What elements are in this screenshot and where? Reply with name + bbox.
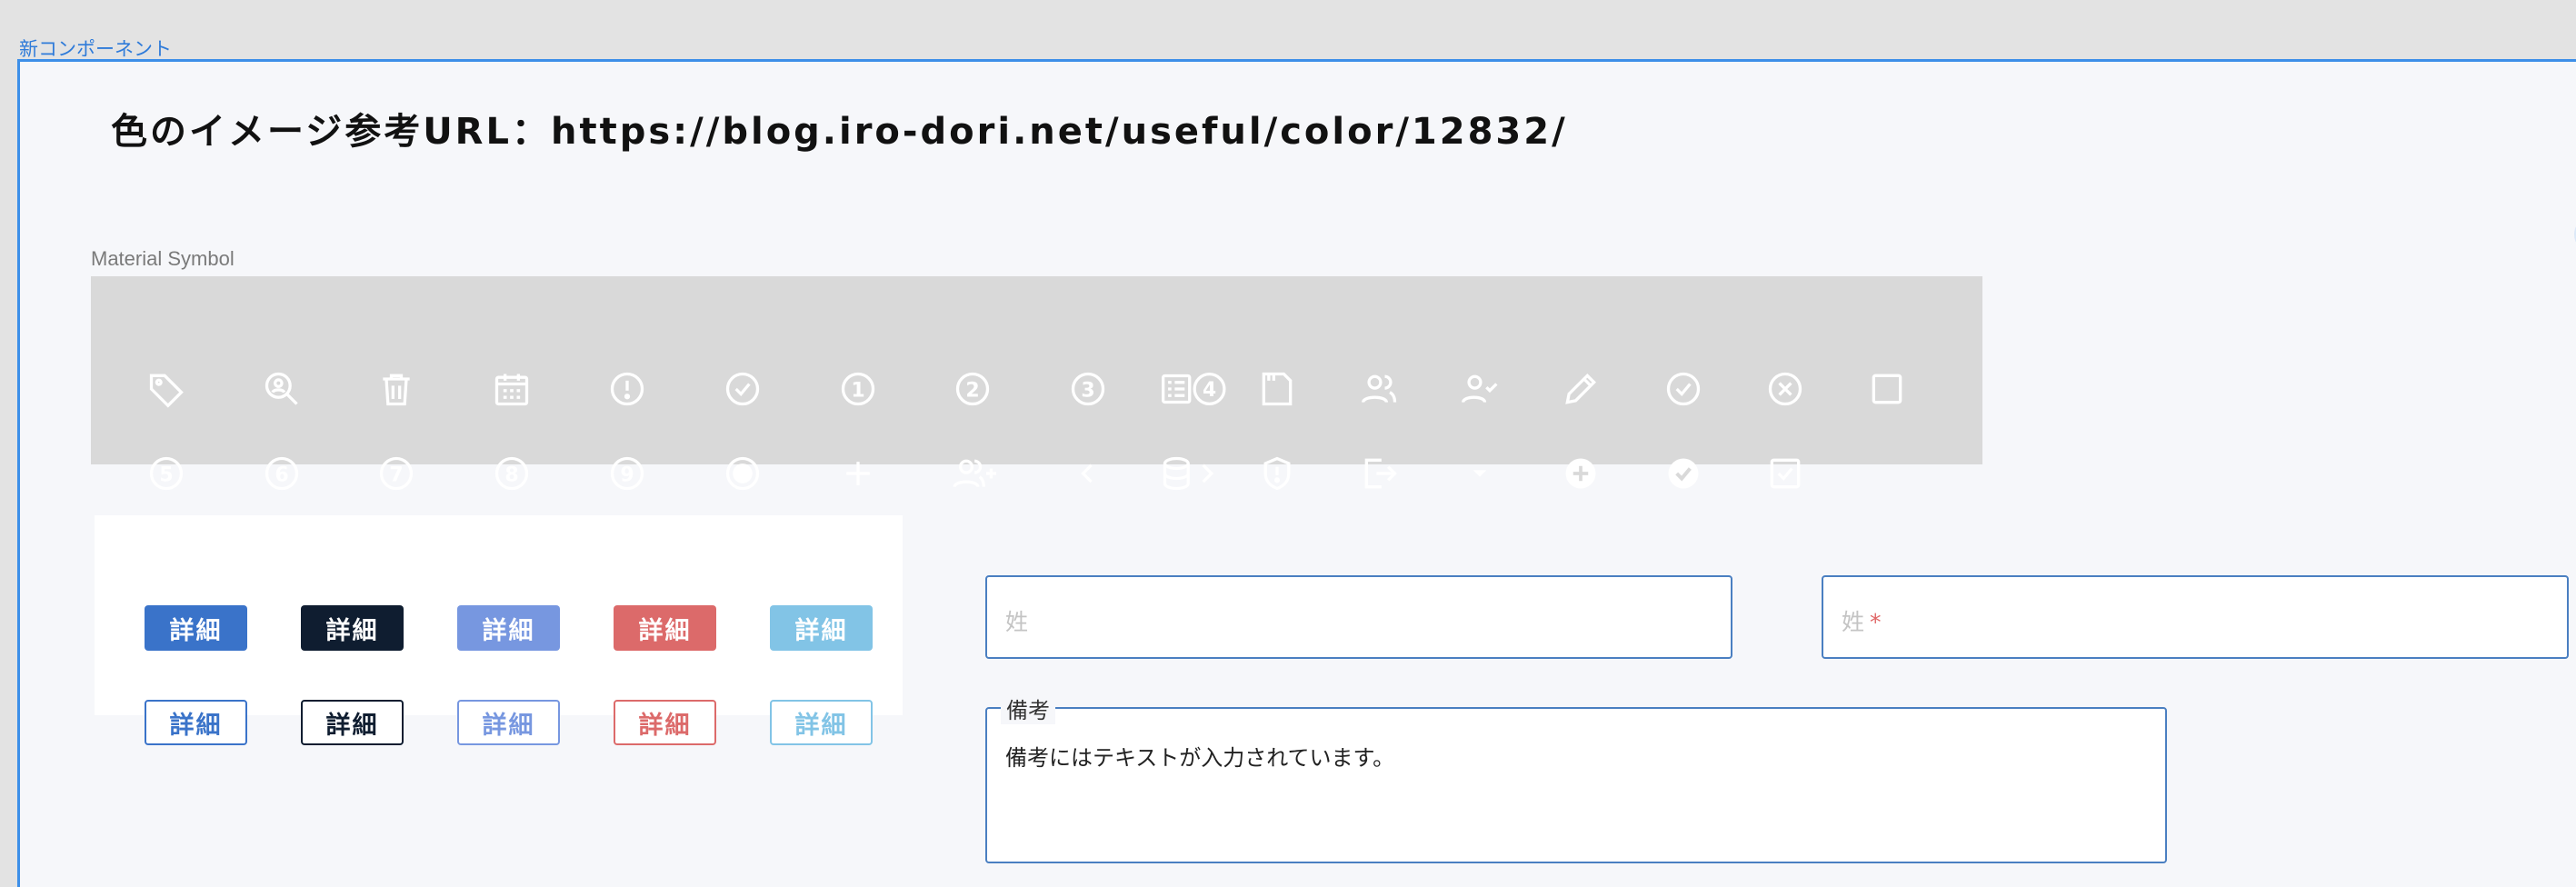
svg-text:5: 5 (159, 463, 173, 486)
last-name-required-input[interactable]: 姓 * (1822, 575, 2569, 659)
dropdown-caret-icon (1460, 453, 1500, 493)
plus-icon (838, 453, 878, 493)
number-6-icon: 6 (262, 453, 302, 493)
svg-text:2: 2 (965, 379, 979, 402)
remarks-label: 備考 (1001, 693, 1055, 724)
check-circle-filled-icon (1663, 453, 1703, 493)
icon-panel: 1 2 3 4 5 6 7 8 9 (91, 276, 1982, 491)
search-person-icon (262, 369, 302, 409)
checkbox-checked-icon (1765, 453, 1805, 493)
detail-button-sky[interactable]: 詳細 (770, 605, 873, 651)
detail-button-sky-outline[interactable]: 詳細 (770, 700, 873, 745)
detail-button-dark-outline[interactable]: 詳細 (301, 700, 404, 745)
required-mark: * (1870, 609, 1882, 635)
add-circle-filled-icon (1561, 453, 1601, 493)
remarks-textarea[interactable]: 備考にはテキストが入力されています。 (985, 707, 2167, 863)
alert-circle-icon (607, 369, 647, 409)
shield-icon (1257, 453, 1297, 493)
tag-icon (146, 369, 186, 409)
last-name-required-placeholder: 姓 * (1842, 604, 1882, 637)
detail-button-light-blue[interactable]: 詳細 (457, 605, 560, 651)
radio-filled-icon (723, 453, 763, 493)
number-1-icon: 1 (838, 369, 878, 409)
svg-text:3: 3 (1081, 379, 1094, 402)
last-name-input[interactable]: 姓 (985, 575, 1732, 659)
number-7-icon: 7 (376, 453, 416, 493)
number-3-icon: 3 (1068, 369, 1108, 409)
number-2-icon: 2 (953, 369, 993, 409)
detail-button-dark[interactable]: 詳細 (301, 605, 404, 651)
svg-text:6: 6 (275, 463, 288, 486)
number-8-icon: 8 (492, 453, 532, 493)
document-icon (1257, 369, 1297, 409)
page-title: 色のイメージ参考URL：https://blog.iro-dori.net/us… (111, 111, 1568, 153)
svg-text:8: 8 (504, 463, 518, 486)
check-circle-outline-icon (1663, 369, 1703, 409)
number-5-icon: 5 (146, 453, 186, 493)
list-number-4-icon: 4 (1160, 369, 1233, 409)
person-check-icon (1460, 369, 1500, 409)
detail-button-primary[interactable]: 詳細 (145, 605, 247, 651)
svg-text:4: 4 (1203, 379, 1216, 402)
close-circle-icon (1765, 369, 1805, 409)
detail-button-red[interactable]: 詳細 (614, 605, 716, 651)
chevron-left-icon (1068, 453, 1108, 493)
detail-button-red-outline[interactable]: 詳細 (614, 700, 716, 745)
calendar-icon (492, 369, 532, 409)
svg-text:1: 1 (851, 379, 864, 402)
icon-section-label: Material Symbol (91, 247, 235, 270)
database-arrow-icon (1160, 453, 1220, 493)
detail-button-light-blue-outline[interactable]: 詳細 (457, 700, 560, 745)
group-icon (1360, 369, 1400, 409)
detail-button-primary-outline[interactable]: 詳細 (145, 700, 247, 745)
svg-text:9: 9 (620, 463, 634, 486)
check-circle-icon (723, 369, 763, 409)
trash-icon (376, 369, 416, 409)
last-name-placeholder: 姓 (1005, 609, 1029, 635)
placeholder-text: 姓 (1842, 609, 1865, 635)
remarks-value: 備考にはテキストが入力されています。 (1005, 745, 1395, 771)
logout-icon (1360, 453, 1400, 493)
frame-label: 新コンポーネント (19, 38, 172, 60)
number-9-icon: 9 (607, 453, 647, 493)
button-showcase: 詳細 詳細 詳細 詳細 詳細 詳細 詳細 詳細 詳細 詳細 (95, 515, 903, 745)
svg-text:7: 7 (389, 463, 403, 486)
pencil-icon (1561, 369, 1601, 409)
add-group-icon (953, 453, 1000, 493)
checkbox-empty-icon (1867, 369, 1907, 409)
